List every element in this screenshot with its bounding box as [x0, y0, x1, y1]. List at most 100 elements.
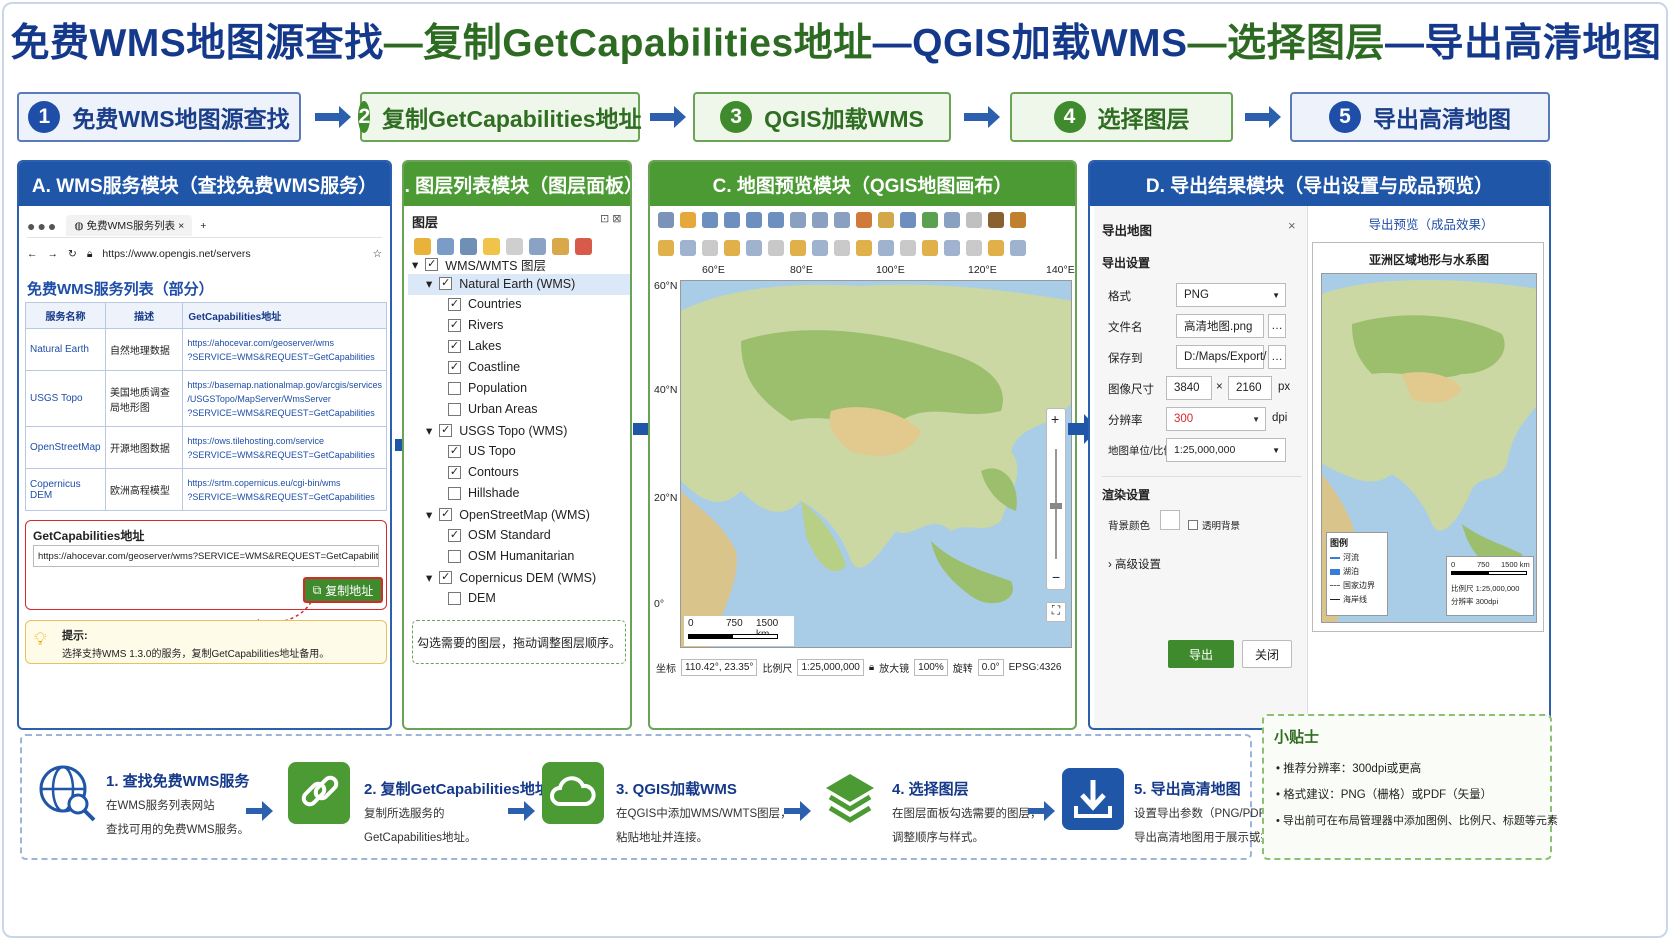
layer-root[interactable]: ▾ ✓ WMS/WMTS 图层: [412, 255, 546, 274]
digitize-tool-icon[interactable]: [878, 240, 894, 256]
height-input[interactable]: 2160: [1228, 376, 1272, 400]
zoom-slider[interactable]: + −: [1046, 408, 1066, 590]
forward-icon[interactable]: →: [48, 248, 59, 260]
zoom-out-icon[interactable]: −: [1052, 569, 1060, 585]
dpi-select[interactable]: 300 ▼: [1166, 407, 1266, 431]
cap-input[interactable]: https://ahocevar.com/geoserver/wms?SERVI…: [33, 545, 379, 567]
table-row[interactable]: USGS Topo 美国地质调查局地形图 https://basemap.natio…: [25, 370, 387, 427]
table-row[interactable]: Copernicus DEM 欧洲高程模型 https://srtm.coperni…: [25, 468, 387, 511]
row-url[interactable]: https://ows.tilehosting.com/service ?SERV…: [182, 426, 387, 469]
digitize-tool-icon[interactable]: [812, 240, 828, 256]
bg-color-swatch[interactable]: [1160, 510, 1180, 530]
digitize-tool-icon[interactable]: [1010, 240, 1026, 256]
digitize-tool-icon[interactable]: [702, 240, 718, 256]
checkbox[interactable]: ✓: [425, 258, 439, 271]
zoom-in-icon[interactable]: +: [1051, 411, 1059, 427]
export-button[interactable]: 导出: [1168, 640, 1234, 668]
dialog-close-icon[interactable]: ×: [1288, 218, 1296, 233]
digitize-tool-icon[interactable]: [988, 240, 1004, 256]
zoom-in-icon[interactable]: [702, 212, 718, 228]
checkbox[interactable]: ✓: [448, 360, 461, 374]
layer-item[interactable]: DEM: [448, 591, 496, 605]
chevron-down-icon[interactable]: ▾: [426, 570, 432, 585]
digitize-tool-icon[interactable]: [768, 240, 784, 256]
checkbox[interactable]: ✓: [448, 297, 461, 311]
digitize-tool-icon[interactable]: [856, 240, 872, 256]
layer-group[interactable]: ▾ ✓ Natural Earth (WMS): [426, 276, 575, 292]
pan-to-selection-icon[interactable]: [680, 212, 696, 228]
digitize-tool-icon[interactable]: [944, 240, 960, 256]
refresh-icon[interactable]: [900, 212, 916, 228]
zoom-full-icon[interactable]: [746, 212, 762, 228]
zoom-out-icon[interactable]: [724, 212, 740, 228]
browse-folder-icon[interactable]: …: [1268, 345, 1286, 369]
checkbox[interactable]: ✓: [439, 508, 453, 521]
unit-select[interactable]: 1:25,000,000 ▼: [1166, 438, 1286, 462]
url-text[interactable]: https://www.opengis.net/servers: [102, 248, 362, 260]
temporal-icon[interactable]: [922, 212, 938, 228]
digitize-tool-icon[interactable]: [724, 240, 740, 256]
browser-tab[interactable]: ◍ 免费WMS服务列表 ×: [66, 215, 193, 236]
layer-group[interactable]: ▾ ✓ Copernicus DEM (WMS): [426, 570, 596, 586]
layer-item[interactable]: ✓ OSM Standard: [448, 528, 551, 542]
digitize-tool-icon[interactable]: [966, 240, 982, 256]
rotation-field[interactable]: 0.0°: [977, 658, 1004, 676]
checkbox[interactable]: ✓: [439, 424, 453, 437]
measure-icon[interactable]: [966, 212, 982, 228]
digitize-tool-icon[interactable]: [790, 240, 806, 256]
tips-icon[interactable]: [1010, 212, 1026, 228]
scale-field[interactable]: 1:25,000,000: [797, 658, 864, 676]
new-tab-icon[interactable]: +: [200, 220, 206, 232]
back-icon[interactable]: ←: [27, 248, 38, 260]
width-input[interactable]: 3840: [1166, 376, 1212, 400]
digitize-tool-icon[interactable]: [834, 240, 850, 256]
zoom-last-icon[interactable]: [790, 212, 806, 228]
annotation-icon[interactable]: [988, 212, 1004, 228]
show-bookmarks-icon[interactable]: [878, 212, 894, 228]
collapse-icon[interactable]: [552, 238, 569, 255]
layer-item[interactable]: ✓ US Topo: [448, 444, 516, 458]
layer-item[interactable]: ✓ Rivers: [448, 318, 503, 332]
crs-button[interactable]: EPSG:4326: [1009, 662, 1062, 673]
add-group-icon[interactable]: [437, 238, 454, 255]
chevron-down-icon[interactable]: ▾: [426, 507, 432, 522]
digitize-tool-icon[interactable]: [680, 240, 696, 256]
reload-icon[interactable]: ↻: [68, 248, 77, 260]
layer-group[interactable]: ▾ ✓ OpenStreetMap (WMS): [426, 507, 590, 523]
expand-icon[interactable]: [529, 238, 546, 255]
close-tab-icon[interactable]: ×: [178, 220, 184, 232]
layer-item[interactable]: Population: [448, 381, 527, 395]
map-canvas[interactable]: [680, 280, 1072, 648]
checkbox[interactable]: ✓: [448, 318, 461, 332]
lock-icon[interactable]: 🔒︎: [869, 662, 874, 673]
checkbox[interactable]: ✓: [439, 571, 453, 584]
identify-icon[interactable]: [944, 212, 960, 228]
row-url[interactable]: https://basemap.nationalmap.gov/arcgis/s…: [182, 370, 387, 427]
format-select[interactable]: PNG ▼: [1176, 283, 1286, 307]
new-bookmark-icon[interactable]: [856, 212, 872, 228]
chevron-down-icon[interactable]: ▾: [426, 423, 432, 438]
layer-group[interactable]: ▾ ✓ USGS Topo (WMS): [426, 423, 567, 439]
open-style-icon[interactable]: [414, 238, 431, 255]
visibility-icon[interactable]: [460, 238, 477, 255]
saveto-input[interactable]: D:/Maps/Export/: [1176, 345, 1266, 369]
pan-icon[interactable]: [658, 212, 674, 228]
digitize-tool-icon[interactable]: [922, 240, 938, 256]
checkbox[interactable]: ✓: [448, 339, 461, 353]
layer-item[interactable]: ✓ Lakes: [448, 339, 501, 353]
checkbox[interactable]: ✓: [448, 465, 461, 479]
layer-item[interactable]: ✓ Contours: [448, 465, 519, 479]
layer-item[interactable]: ✓ Coastline: [448, 360, 520, 374]
transparent-option[interactable]: 透明背景: [1188, 518, 1240, 532]
checkbox[interactable]: [448, 486, 461, 500]
filename-input[interactable]: 高清地图.png: [1176, 314, 1264, 338]
table-row[interactable]: OpenStreetMap 开源地图数据 https://ows.tilehosti…: [25, 426, 387, 469]
filter-icon[interactable]: [483, 238, 500, 255]
checkbox[interactable]: [448, 549, 461, 563]
close-button[interactable]: 关闭: [1242, 640, 1292, 668]
coord-field[interactable]: 110.42°, 23.35°: [681, 658, 758, 676]
magnifier-field[interactable]: 100%: [914, 658, 948, 676]
row-url[interactable]: https://ahocevar.com/geoserver/wms ?SERVI…: [182, 328, 387, 371]
checkbox[interactable]: [448, 381, 461, 395]
layer-item[interactable]: Urban Areas: [448, 402, 537, 416]
